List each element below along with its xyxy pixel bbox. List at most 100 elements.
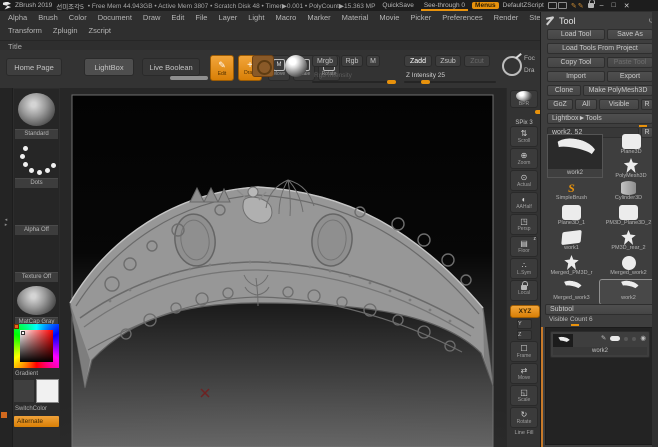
toggle-pill-icon[interactable] [610,336,620,341]
eye-visibility-icon[interactable]: ◉ [640,335,646,342]
menu-item[interactable]: Render [494,13,519,22]
shelf-nav-button[interactable]: ⊕ Zoom [510,148,538,169]
rgb-button[interactable]: Rgb [341,55,363,67]
material-button[interactable]: MatCap Gray [14,283,59,328]
goz-all-button[interactable]: All [575,99,597,110]
restore-button[interactable]: □ [609,2,617,9]
tool-thumbnail[interactable]: Merged_work3 [543,280,600,304]
zadd-button[interactable]: Zadd [404,55,432,67]
texture-button[interactable]: Texture Off [14,236,59,283]
zcut-button[interactable]: Zcut [464,55,490,67]
gradient-toggle[interactable]: Gradient [15,371,38,377]
tool-thumbnail[interactable]: PM3D_Plane3D_2 [600,205,657,229]
shelf-nav-button[interactable]: ▤ Floor z [510,236,538,257]
shelf-nav-button[interactable]: ◐ AAHalf [510,192,538,213]
z-axis-button[interactable]: Z [517,330,532,340]
menu-item[interactable]: Transform [8,26,42,35]
menu-item[interactable]: Edit [171,13,184,22]
tool-thumbnail[interactable]: Cylinder3D [600,180,657,204]
minimize-button[interactable]: – [598,2,606,9]
y-axis-button[interactable]: Y [517,319,532,329]
shelf-nav-button[interactable]: ∴ L.Sym [510,258,538,279]
stroke-type-button[interactable]: Dots [14,140,59,189]
zsub-button[interactable]: Zsub [435,55,461,67]
subtool-item[interactable]: ✎ ◉ work2 [550,331,650,358]
import-button[interactable]: Import [547,71,605,82]
menu-item[interactable]: Macro [275,13,296,22]
color-picker[interactable] [14,324,59,368]
menus-toggle-button[interactable]: Menus [472,2,499,9]
slider-handle[interactable] [421,80,430,84]
toggle-dot-icon[interactable] [624,337,628,341]
paste-tool-button[interactable]: Paste Tool [607,57,653,68]
slider-handle[interactable] [387,80,396,84]
focal-shift-label[interactable]: Foc [524,55,535,62]
load-tool-button[interactable]: Load Tool [547,29,605,40]
tool-thumbnail[interactable]: work1 [543,230,600,254]
save-as-button[interactable]: Save As [607,29,653,40]
menu-item[interactable]: Light [248,13,264,22]
tool-thumbnail[interactable]: Merged_PM3D_r [543,255,600,279]
tool-thumbnail[interactable]: work2 [600,280,657,304]
shelf-nav-button[interactable]: ⇄ Move [510,363,538,384]
menu-item[interactable]: Layer [218,13,237,22]
menu-item[interactable]: Preferences [442,13,482,22]
lightbox-button[interactable]: LightBox [84,58,134,76]
quicksave-button[interactable]: QuickSave [379,2,416,9]
copy-tool-button[interactable]: Copy Tool [547,57,605,68]
shelf-nav-button[interactable]: ⇅ Scroll [510,126,538,147]
home-page-button[interactable]: Home Page [6,58,62,76]
load-tools-from-project-button[interactable]: Load Tools From Project [547,43,653,54]
close-button[interactable]: ✕ [622,2,632,10]
draw-size-label[interactable]: Dra [524,67,534,74]
menu-item[interactable]: Zscript [89,26,112,35]
material-sphere-icon[interactable] [285,55,307,77]
lightbox-tools-button[interactable]: Lightbox►Tools [547,113,653,124]
tool-thumbnail[interactable]: PM3D_rear_2 [600,230,657,254]
tray-collapse-handle[interactable]: ◂▸ [3,218,9,234]
shelf-nav-button[interactable]: ⊙ Actual [510,170,538,191]
see-through-slider[interactable]: See-through 0 [421,2,468,9]
shelf-nav-button[interactable]: ☐ Frame [510,341,538,362]
export-button[interactable]: Export [607,71,653,82]
left-tray-divider[interactable]: ◂▸ [0,88,13,447]
make-polymesh3d-button[interactable]: Make PolyMesh3D [583,85,653,96]
goz-visible-button[interactable]: Visible [599,99,639,110]
toggle-dot-icon[interactable] [632,337,636,341]
current-brush-button[interactable]: Standard [14,89,59,140]
current-tool-thumbnail[interactable]: work2 [547,134,603,178]
screen-layout-icons[interactable] [548,2,567,9]
sculptris-pro-button[interactable] [252,55,274,77]
tool-thumbnail[interactable]: SimpleBrush [543,180,600,204]
canvas-viewport[interactable] [60,88,506,447]
alternate-button[interactable]: Alternate [14,416,59,427]
tool-thumbnail[interactable]: Plane3D_1 [543,205,600,229]
subtool-section-header[interactable]: Subtool [545,304,655,315]
lock-icon[interactable] [588,3,594,8]
menu-item[interactable]: Marker [307,13,330,22]
mrgb-button[interactable]: Mrgb [312,55,338,67]
menu-item[interactable]: Draw [143,13,161,22]
clone-button[interactable]: Clone [547,85,581,96]
shelf-nav-button[interactable]: Local [510,280,538,301]
shelf-nav-button[interactable]: ◱ Scale [510,385,538,406]
tool-thumbnail[interactable]: Plane3D [607,134,655,158]
menu-item[interactable]: File [195,13,207,22]
menu-item[interactable]: Zplugin [53,26,78,35]
xyz-axis-button[interactable]: XYZ [510,305,540,318]
document-canvas[interactable] [60,88,506,447]
shelf-nav-button[interactable]: ↻ Rotate [510,407,538,428]
tray-divider-handle[interactable] [170,76,208,80]
paintbrush-icon[interactable]: ✎ [601,335,606,342]
shelf-nav-button[interactable]: ◳ Persp [510,214,538,235]
live-boolean-button[interactable]: Live Boolean [142,58,200,76]
rgb-intensity-slider[interactable]: Rgb Intensity [312,72,396,83]
main-color-swatch[interactable] [14,380,34,402]
menu-item[interactable]: Picker [410,13,431,22]
draw-size-knob-icon[interactable] [502,56,522,76]
tool-thumbnail[interactable]: PolyMesh3D [607,158,655,182]
subtool-scrollbar[interactable] [541,327,543,447]
menu-item[interactable]: Document [98,13,132,22]
menu-item[interactable]: Brush [38,13,58,22]
menu-item[interactable]: Alpha [8,13,27,22]
